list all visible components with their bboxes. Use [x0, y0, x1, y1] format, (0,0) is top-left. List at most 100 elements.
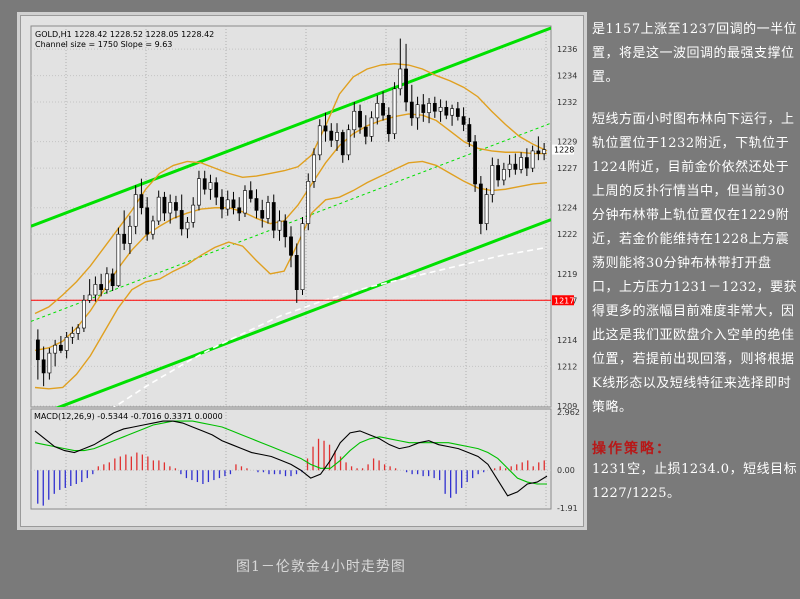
candle-body-up [335, 132, 339, 141]
candle-body-down [254, 198, 259, 211]
candle-body-up [530, 150, 535, 169]
candle-body-down [323, 125, 328, 132]
candle [81, 294, 86, 332]
candle-body-down [432, 103, 437, 112]
candle-body-up [352, 110, 357, 131]
candle-body-up [375, 103, 380, 119]
candle-body-down [524, 157, 529, 169]
y-tick-label: 1234 [557, 72, 577, 81]
current-price-label: 1228 [554, 146, 574, 155]
candle-body-down [202, 178, 207, 190]
y-tick-label: 1232 [557, 98, 577, 107]
analysis-panel: 是1157上涨至1237回调的一半位置，将是这一波回调的最强支撑位置。 短线方面… [592, 18, 798, 506]
candle-body-up [191, 204, 196, 223]
candle-body-up [277, 220, 282, 231]
candle-body-up [47, 352, 52, 374]
y-tick-label: 1219 [557, 270, 577, 279]
candle-body-down [214, 182, 219, 198]
candle-body-down [179, 210, 184, 230]
candle-body-down [283, 220, 288, 238]
candle-body-up [317, 125, 322, 156]
candle-body-down [536, 150, 541, 154]
candle [346, 124, 351, 161]
candle-body-down [496, 165, 501, 181]
candle-body-down [409, 101, 414, 119]
candle-body-down [145, 207, 150, 235]
candle-body-down [162, 196, 167, 214]
candle-body-down [35, 339, 40, 361]
strategy-title: 操作策略： [592, 441, 672, 457]
candle [484, 187, 489, 231]
candle-body-up [312, 154, 316, 182]
candle-body-down [455, 108, 460, 117]
candle-body-up [53, 344, 58, 354]
candle-body-down [248, 190, 253, 199]
candle-body-up [300, 223, 305, 290]
price-line-label: 1217 [554, 296, 574, 305]
candle-body-up [64, 336, 69, 351]
candle-body-up [185, 221, 190, 230]
candle-body-down [99, 284, 104, 290]
macd-y-tick-label: 0.00 [557, 466, 575, 475]
candle-body-down [467, 124, 472, 142]
candle-body-up [81, 299, 86, 329]
candle-body-down [363, 126, 368, 137]
candle [306, 173, 311, 231]
chart-symbol-line: GOLD,H1 1228.42 1228.52 1228.05 1228.42 [35, 30, 214, 39]
analysis-paragraph-2: 短线方面小时图布林向下运行，上轨位置位于1232附近，下轨位于1224附近，目前… [592, 112, 798, 415]
candle-body-up [346, 129, 351, 156]
candle-body-up [266, 202, 270, 219]
candle-body-up [133, 194, 138, 227]
candle-body-up [105, 273, 109, 290]
candle-body-up [151, 220, 155, 235]
candle-body-down [174, 202, 178, 211]
candle-body-up [168, 202, 173, 214]
candle-body-up [116, 233, 121, 287]
candle [116, 227, 121, 288]
candle-body-up [128, 225, 132, 244]
candle-body-up [243, 190, 247, 214]
candle-body-down [386, 114, 391, 135]
candle-body-up [208, 182, 213, 190]
candle-body-up [484, 194, 489, 224]
y-tick-label: 1224 [557, 204, 577, 213]
candle-body-down [110, 273, 115, 287]
y-tick-label: 1222 [557, 230, 577, 239]
candle-body-up [542, 149, 547, 154]
chart-frame: 1236123412321229122712241222121912171214… [20, 15, 584, 527]
candle-body-down [473, 141, 477, 185]
candle-body-down [237, 207, 242, 214]
candle-body-down [478, 183, 483, 224]
macd-label: MACD(12,26,9) -0.5344 -0.7016 0.3371 0.0… [34, 412, 223, 421]
chart-caption: 图1－伦敦金4小时走势图 [236, 559, 406, 575]
candle-body-up [519, 157, 524, 170]
candle-body-up [490, 165, 495, 195]
chart-channel-line: Channel size = 1750 Slope = 9.63 [35, 40, 172, 49]
candle [300, 217, 305, 295]
candle-body-down [294, 255, 299, 290]
candle-body-up [398, 68, 403, 90]
candle-body-down [122, 233, 127, 244]
candle-body-up [369, 117, 374, 137]
candle-body-up [76, 327, 81, 334]
candle-body-down [329, 130, 334, 141]
candle-body-down [358, 110, 362, 128]
candle-body-down [289, 236, 293, 256]
candle [473, 135, 477, 192]
candle-body-up [93, 284, 98, 296]
y-tick-label: 1236 [557, 45, 577, 54]
candle [392, 82, 397, 140]
macd-plot-area [30, 408, 552, 510]
macd-y-tick-label: -1.91 [557, 504, 578, 513]
candle-body-up [507, 163, 512, 170]
candle-body-up [450, 108, 454, 116]
candle-body-down [404, 68, 408, 103]
candle-body-up [306, 181, 311, 224]
y-tick-label: 1214 [557, 336, 577, 345]
macd-y-tick-label: 2.962 [557, 408, 580, 417]
candle-body-down [461, 116, 466, 125]
axis-labels: 1236123412321229122712241222121912171214… [552, 45, 580, 513]
candle-body-up [156, 196, 161, 222]
candle-body-down [231, 199, 236, 209]
candle-body-up [501, 169, 506, 181]
